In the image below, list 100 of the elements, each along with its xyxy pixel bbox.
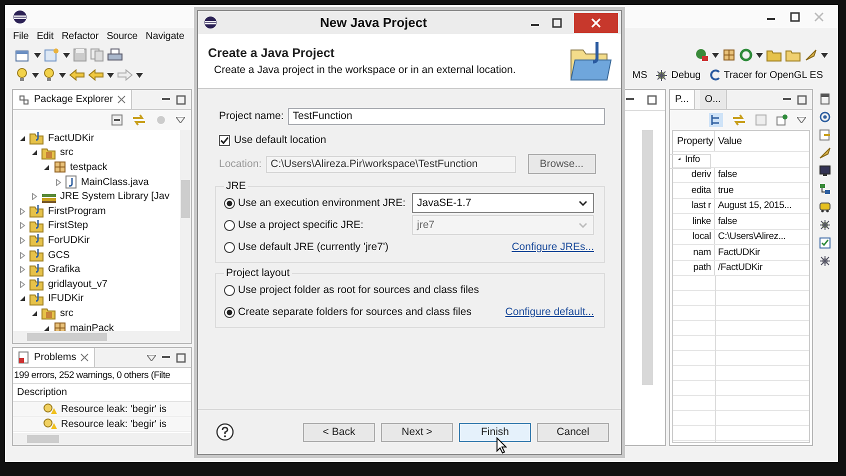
radio-label[interactable]: Create separate folders for sources and class files [238, 306, 472, 318]
scrollbar[interactable] [642, 130, 653, 385]
arrow-left-icon[interactable] [88, 69, 104, 81]
caret-icon[interactable] [136, 72, 143, 78]
view-tab[interactable]: O... [700, 90, 727, 109]
run-icon[interactable] [695, 48, 709, 62]
radio-label[interactable]: Use an execution environment JRE: [238, 197, 409, 209]
collapse-icon[interactable] [111, 114, 123, 126]
collapsed-arrow-icon[interactable] [55, 178, 62, 186]
scrollbar[interactable] [13, 433, 191, 445]
tree-item[interactable]: FirstStep [48, 220, 88, 232]
tree-view-icon[interactable] [709, 113, 723, 127]
tree-item[interactable]: MainClass.java [81, 176, 149, 188]
column-header[interactable]: Property [673, 131, 715, 151]
pin-icon[interactable] [776, 114, 788, 126]
tree-item[interactable]: FactUDKir [48, 132, 94, 144]
caret-icon[interactable] [107, 72, 114, 78]
copy-icon[interactable] [90, 48, 104, 62]
menu-item[interactable]: Refactor [62, 31, 99, 42]
jre-dropdown[interactable]: JavaSE-1.7 [412, 193, 594, 213]
view-tab[interactable]: Package Explorer [13, 90, 132, 109]
tree-item[interactable]: testpack [70, 162, 108, 173]
collapsed-arrow-icon[interactable] [19, 266, 26, 274]
caret-icon[interactable] [712, 52, 719, 58]
close-icon[interactable] [116, 95, 126, 104]
wizard-button[interactable]: Cancel [537, 422, 609, 442]
wizard-button[interactable]: Finish [459, 422, 531, 442]
close-button[interactable] [574, 12, 618, 32]
refresh-icon[interactable] [739, 48, 753, 62]
lightbulb-icon[interactable] [15, 67, 29, 83]
bug-icon[interactable] [819, 255, 831, 267]
package-icon[interactable] [722, 48, 736, 62]
folder-icon[interactable] [766, 48, 782, 62]
tree-item[interactable]: IFUDKir [48, 293, 84, 304]
collapsed-arrow-icon[interactable] [19, 208, 26, 215]
perspective-tab[interactable]: Debug [671, 70, 701, 80]
view-tab[interactable]: P... [670, 90, 695, 109]
radio-label[interactable]: Use a project specific JRE: [238, 219, 409, 231]
view-tab[interactable]: Problems [13, 348, 96, 367]
maximize-icon[interactable] [647, 95, 657, 105]
collapsed-arrow-icon[interactable] [19, 252, 26, 259]
radio-label[interactable]: Use default JRE (currently 'jre7') [238, 241, 409, 253]
network-icon[interactable] [819, 183, 831, 195]
column-header[interactable]: Value [715, 136, 742, 146]
caret-icon[interactable] [821, 52, 828, 58]
checkbox[interactable] [219, 134, 230, 146]
tree-item[interactable]: gridlayout_v7 [48, 278, 108, 290]
checkbox-icon[interactable] [819, 237, 831, 249]
maximize-icon[interactable] [176, 94, 186, 104]
perspective-tab[interactable]: MS [632, 70, 648, 80]
expanded-arrow-icon[interactable] [31, 310, 38, 317]
maximize-icon[interactable] [797, 94, 807, 104]
tree-item[interactable]: src [60, 308, 74, 319]
menu-item[interactable]: Navigate [146, 31, 184, 42]
menu-item[interactable]: Edit [36, 31, 54, 42]
bus-icon[interactable] [819, 201, 831, 213]
maximize-icon[interactable] [790, 12, 800, 22]
caret-icon[interactable] [34, 52, 41, 58]
bug-icon[interactable] [819, 219, 831, 231]
arrow-left-icon[interactable] [69, 69, 85, 81]
configure-link[interactable]: Configure JREs... [512, 241, 594, 253]
caret-icon[interactable] [59, 72, 66, 78]
configure-link[interactable]: Configure default... [505, 306, 594, 318]
collapsed-arrow-icon[interactable] [19, 280, 26, 288]
expanded-arrow-icon[interactable] [19, 134, 26, 142]
tree-item[interactable]: ForUDKir [48, 234, 90, 246]
printer-icon[interactable] [107, 48, 123, 62]
caret-icon[interactable] [63, 52, 70, 58]
radio-button[interactable] [224, 242, 235, 252]
radio-button[interactable] [224, 198, 235, 208]
scrollbar[interactable] [180, 130, 191, 331]
wizard-button[interactable]: Next > [381, 422, 453, 442]
caret-icon[interactable] [756, 52, 763, 58]
radio-label[interactable]: Use project folder as root for sources and class files [238, 284, 480, 296]
perspective-tab[interactable]: Tracer for OpenGL ES [724, 70, 823, 80]
view-title[interactable]: Problems [34, 352, 76, 363]
tree-item[interactable]: JRE System Library [Jav [60, 191, 170, 202]
tree-item[interactable]: Grafika [48, 264, 80, 276]
browse-button[interactable]: Browse... [528, 154, 596, 174]
tree-item[interactable]: mainPack [70, 322, 114, 331]
close-icon[interactable] [80, 353, 90, 362]
caret-icon[interactable] [32, 72, 39, 78]
expanded-arrow-icon[interactable] [43, 164, 50, 171]
tree-item[interactable]: FirstProgram [48, 206, 106, 217]
monitor-icon[interactable] [819, 165, 831, 177]
document-icon[interactable] [819, 129, 831, 141]
wizard-button[interactable]: < Back [303, 422, 375, 442]
ring-icon[interactable] [819, 111, 831, 123]
lightbulb-icon[interactable] [42, 67, 56, 83]
window-icon[interactable] [819, 93, 831, 105]
new-window-icon[interactable] [15, 48, 31, 62]
expanded-arrow-icon[interactable] [43, 324, 50, 331]
expanded-arrow-icon[interactable] [19, 295, 26, 302]
collapsed-arrow-icon[interactable] [19, 222, 26, 230]
menu-item[interactable]: Source [106, 31, 138, 42]
checkbox-label[interactable]: Use default location [234, 134, 326, 146]
maximize-icon[interactable] [552, 18, 562, 28]
collapsed-arrow-icon[interactable] [19, 236, 26, 244]
project-name-field[interactable]: TestFunction [288, 108, 605, 124]
collapsed-arrow-icon[interactable] [31, 193, 38, 200]
